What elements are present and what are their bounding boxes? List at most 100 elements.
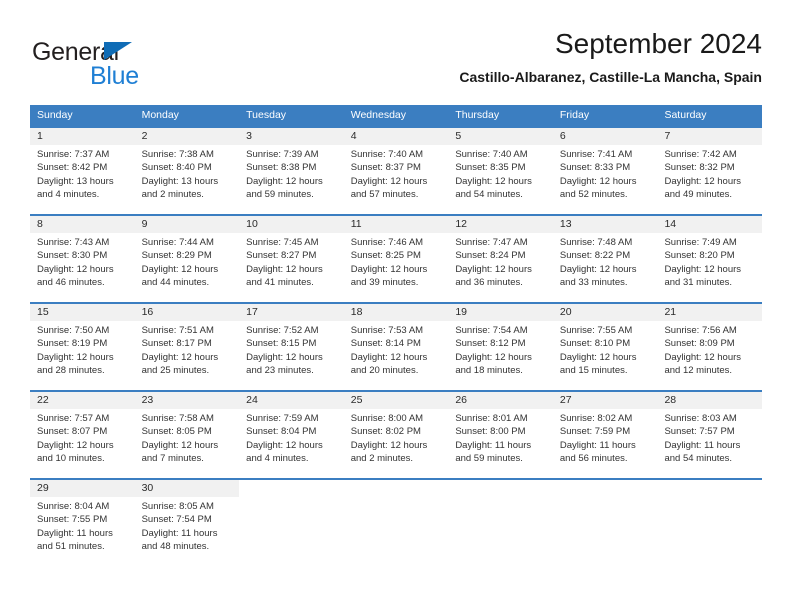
- sunset-text: Sunset: 7:55 PM: [37, 514, 108, 526]
- page-header: General Blue September 2024 Castillo-Alb…: [30, 26, 762, 96]
- daylight-text-line2: and 31 minutes.: [664, 277, 733, 289]
- day-details: Sunrise: 7:50 AM Sunset: 8:19 PM Dayligh…: [30, 321, 135, 378]
- daylight-text-line2: and 23 minutes.: [246, 365, 314, 377]
- day-details: Sunrise: 7:59 AM Sunset: 8:04 PM Dayligh…: [239, 409, 344, 466]
- day-cell[interactable]: 7 Sunrise: 7:42 AM Sunset: 8:32 PM Dayli…: [657, 128, 763, 214]
- sunset-text: Sunset: 8:35 PM: [455, 162, 526, 174]
- calendar-week-row: 1 Sunrise: 7:37 AM Sunset: 8:42 PM Dayli…: [30, 126, 763, 214]
- day-cell[interactable]: 14 Sunrise: 7:49 AM Sunset: 8:20 PM Dayl…: [657, 216, 763, 302]
- day-number: 20: [559, 306, 572, 318]
- day-cell[interactable]: 18 Sunrise: 7:53 AM Sunset: 8:14 PM Dayl…: [343, 304, 449, 390]
- day-cell[interactable]: 26 Sunrise: 8:01 AM Sunset: 8:00 PM Dayl…: [448, 392, 553, 478]
- daylight-text-line2: and 10 minutes.: [37, 453, 105, 465]
- day-number-band: 22: [30, 392, 135, 409]
- day-cell[interactable]: 21 Sunrise: 7:56 AM Sunset: 8:09 PM Dayl…: [657, 304, 763, 390]
- day-number: 13: [559, 218, 572, 230]
- day-cell[interactable]: 13 Sunrise: 7:48 AM Sunset: 8:22 PM Dayl…: [552, 216, 658, 302]
- day-cell[interactable]: 5 Sunrise: 7:40 AM Sunset: 8:35 PM Dayli…: [448, 128, 553, 214]
- daylight-text-line1: Daylight: 12 hours: [350, 351, 428, 363]
- sunrise-text: Sunrise: 7:40 AM: [455, 149, 528, 160]
- sunrise-text: Sunrise: 7:49 AM: [664, 237, 737, 248]
- daylight-text-line2: and 7 minutes.: [141, 453, 204, 465]
- sunset-text: Sunset: 8:02 PM: [350, 426, 421, 438]
- day-cell[interactable]: 30 Sunrise: 8:05 AM Sunset: 7:54 PM Dayl…: [134, 480, 240, 562]
- day-cell[interactable]: 6 Sunrise: 7:41 AM Sunset: 8:33 PM Dayli…: [552, 128, 658, 214]
- day-number: 21: [664, 306, 677, 318]
- day-details: Sunrise: 7:58 AM Sunset: 8:05 PM Dayligh…: [135, 409, 240, 466]
- day-cell[interactable]: 23 Sunrise: 7:58 AM Sunset: 8:05 PM Dayl…: [134, 392, 240, 478]
- day-cell[interactable]: 12 Sunrise: 7:47 AM Sunset: 8:24 PM Dayl…: [448, 216, 553, 302]
- day-number: 3: [246, 130, 252, 142]
- weekday-header-wednesday: Wednesday: [350, 109, 406, 121]
- day-details: Sunrise: 8:02 AM Sunset: 7:59 PM Dayligh…: [553, 409, 658, 466]
- day-cell[interactable]: 28 Sunrise: 8:03 AM Sunset: 7:57 PM Dayl…: [657, 392, 763, 478]
- sunrise-text: Sunrise: 7:40 AM: [350, 149, 424, 160]
- day-details: Sunrise: 7:49 AM Sunset: 8:20 PM Dayligh…: [657, 233, 762, 290]
- day-cell[interactable]: 1 Sunrise: 7:37 AM Sunset: 8:42 PM Dayli…: [30, 128, 135, 214]
- daylight-text-line2: and 12 minutes.: [664, 365, 733, 377]
- daylight-text-line1: Daylight: 11 hours: [664, 439, 741, 451]
- day-number-band: 7: [657, 128, 763, 145]
- sunrise-text: Sunrise: 7:57 AM: [37, 413, 110, 424]
- day-cell[interactable]: 2 Sunrise: 7:38 AM Sunset: 8:40 PM Dayli…: [134, 128, 240, 214]
- day-cell[interactable]: 27 Sunrise: 8:02 AM Sunset: 7:59 PM Dayl…: [552, 392, 658, 478]
- day-details: Sunrise: 7:51 AM Sunset: 8:17 PM Dayligh…: [135, 321, 240, 378]
- daylight-text-line1: Daylight: 12 hours: [664, 263, 742, 275]
- daylight-text-line2: and 28 minutes.: [37, 365, 105, 377]
- daylight-text-line1: Daylight: 12 hours: [455, 351, 532, 363]
- day-number-band: 12: [448, 216, 553, 233]
- brand-logo[interactable]: General Blue: [32, 38, 232, 94]
- daylight-text-line1: Daylight: 12 hours: [350, 175, 428, 187]
- day-cell[interactable]: 20 Sunrise: 7:55 AM Sunset: 8:10 PM Dayl…: [552, 304, 658, 390]
- day-details: Sunrise: 7:54 AM Sunset: 8:12 PM Dayligh…: [448, 321, 553, 378]
- day-cell[interactable]: 25 Sunrise: 8:00 AM Sunset: 8:02 PM Dayl…: [343, 392, 449, 478]
- daylight-text-line2: and 20 minutes.: [350, 365, 419, 377]
- daylight-text-line1: Daylight: 12 hours: [37, 439, 114, 451]
- daylight-text-line2: and 44 minutes.: [141, 277, 210, 289]
- sunrise-text: Sunrise: 8:02 AM: [559, 413, 633, 424]
- day-number-band: [448, 480, 553, 497]
- page-subtitle: Castillo-Albaranez, Castille-La Mancha, …: [459, 69, 762, 85]
- day-details: Sunrise: 7:52 AM Sunset: 8:15 PM Dayligh…: [239, 321, 344, 378]
- daylight-text-line1: Daylight: 12 hours: [559, 263, 637, 275]
- day-cell[interactable]: 29 Sunrise: 8:04 AM Sunset: 7:55 PM Dayl…: [30, 480, 135, 562]
- day-cell[interactable]: 24 Sunrise: 7:59 AM Sunset: 8:04 PM Dayl…: [239, 392, 344, 478]
- calendar-week-row: 22 Sunrise: 7:57 AM Sunset: 8:07 PM Dayl…: [30, 390, 763, 478]
- daylight-text-line2: and 36 minutes.: [455, 277, 523, 289]
- daylight-text-line1: Daylight: 12 hours: [246, 175, 323, 187]
- day-cell[interactable]: 3 Sunrise: 7:39 AM Sunset: 8:38 PM Dayli…: [239, 128, 344, 214]
- daylight-text-line1: Daylight: 12 hours: [246, 439, 323, 451]
- day-cell[interactable]: 4 Sunrise: 7:40 AM Sunset: 8:37 PM Dayli…: [343, 128, 449, 214]
- weekday-header-tuesday: Tuesday: [246, 109, 287, 121]
- day-number: 16: [141, 306, 154, 318]
- sunrise-text: Sunrise: 7:50 AM: [37, 325, 110, 336]
- day-cell[interactable]: 8 Sunrise: 7:43 AM Sunset: 8:30 PM Dayli…: [30, 216, 135, 302]
- day-details: Sunrise: 7:53 AM Sunset: 8:14 PM Dayligh…: [344, 321, 449, 378]
- daylight-text-line1: Daylight: 11 hours: [37, 527, 113, 539]
- daylight-text-line2: and 57 minutes.: [350, 189, 419, 201]
- daylight-text-line1: Daylight: 11 hours: [559, 439, 636, 451]
- sunset-text: Sunset: 8:27 PM: [246, 250, 317, 262]
- daylight-text-line2: and 41 minutes.: [246, 277, 314, 289]
- day-cell[interactable]: 17 Sunrise: 7:52 AM Sunset: 8:15 PM Dayl…: [239, 304, 344, 390]
- day-details: Sunrise: 7:46 AM Sunset: 8:25 PM Dayligh…: [344, 233, 449, 290]
- sunset-text: Sunset: 8:05 PM: [141, 426, 212, 438]
- day-cell[interactable]: 9 Sunrise: 7:44 AM Sunset: 8:29 PM Dayli…: [134, 216, 240, 302]
- day-cell[interactable]: 22 Sunrise: 7:57 AM Sunset: 8:07 PM Dayl…: [30, 392, 135, 478]
- day-cell[interactable]: 19 Sunrise: 7:54 AM Sunset: 8:12 PM Dayl…: [448, 304, 553, 390]
- day-cell[interactable]: 11 Sunrise: 7:46 AM Sunset: 8:25 PM Dayl…: [343, 216, 449, 302]
- day-cell[interactable]: 16 Sunrise: 7:51 AM Sunset: 8:17 PM Dayl…: [134, 304, 240, 390]
- sunset-text: Sunset: 8:12 PM: [455, 338, 526, 350]
- sunrise-text: Sunrise: 7:48 AM: [559, 237, 633, 248]
- day-cell[interactable]: 10 Sunrise: 7:45 AM Sunset: 8:27 PM Dayl…: [239, 216, 344, 302]
- day-details: Sunrise: 7:40 AM Sunset: 8:37 PM Dayligh…: [344, 145, 449, 202]
- sunset-text: Sunset: 8:42 PM: [37, 162, 108, 174]
- day-number: 28: [664, 394, 677, 406]
- day-number-band: 5: [448, 128, 553, 145]
- daylight-text-line2: and 18 minutes.: [455, 365, 523, 377]
- day-number-band: 9: [134, 216, 240, 233]
- day-cell[interactable]: 15 Sunrise: 7:50 AM Sunset: 8:19 PM Dayl…: [30, 304, 135, 390]
- day-details: Sunrise: 7:47 AM Sunset: 8:24 PM Dayligh…: [448, 233, 553, 290]
- sunset-text: Sunset: 8:14 PM: [350, 338, 421, 350]
- day-number: 17: [246, 306, 258, 318]
